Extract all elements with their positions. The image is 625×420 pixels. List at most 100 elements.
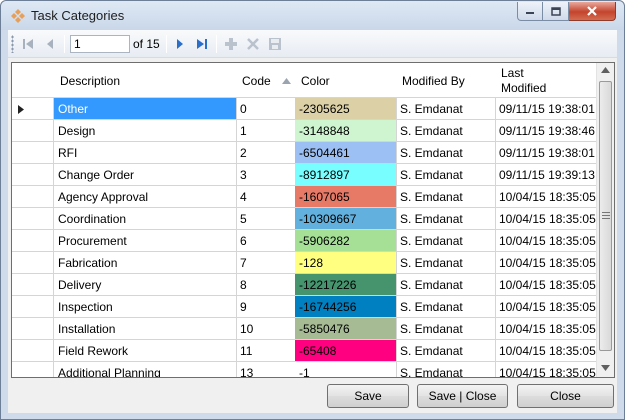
- column-header-color[interactable]: Color: [295, 63, 397, 98]
- cell-color[interactable]: -5850476: [295, 318, 397, 340]
- cell-modified-by[interactable]: S. Emdanat: [396, 362, 496, 377]
- row-header[interactable]: [12, 274, 54, 296]
- column-header-code[interactable]: Code: [236, 63, 296, 98]
- table-row[interactable]: Delivery 8 -12217226 S. Emdanat 10/04/15 18:…: [12, 274, 597, 296]
- cell-last-modified[interactable]: 10/04/15 18:35:05: [495, 186, 597, 208]
- cell-last-modified[interactable]: 10/04/15 18:35:05: [495, 296, 597, 318]
- cell-code[interactable]: 1: [236, 120, 296, 142]
- cell-code[interactable]: 5: [236, 208, 296, 230]
- cell-code[interactable]: 9: [236, 296, 296, 318]
- cell-description[interactable]: Installation: [54, 318, 237, 340]
- table-row[interactable]: Other 0 -2305625 S. Emdanat 09/11/15 19:38:0…: [12, 98, 597, 120]
- cell-modified-by[interactable]: S. Emdanat: [396, 274, 496, 296]
- cell-code[interactable]: 7: [236, 252, 296, 274]
- column-header-modified-by[interactable]: Modified By: [396, 63, 496, 98]
- cell-description[interactable]: Other: [54, 98, 237, 120]
- table-row[interactable]: Fabrication 7 -128 S. Emdanat 10/04/15 18:35…: [12, 252, 597, 274]
- cell-description[interactable]: Coordination: [54, 208, 237, 230]
- cell-code[interactable]: 0: [236, 98, 296, 120]
- cell-modified-by[interactable]: S. Emdanat: [396, 120, 496, 142]
- scroll-down-icon[interactable]: [601, 365, 610, 371]
- table-row[interactable]: Change Order 3 -8912897 S. Emdanat 09/11/15 …: [12, 164, 597, 186]
- save-toolbar-button[interactable]: [265, 34, 285, 54]
- row-header[interactable]: [12, 230, 54, 252]
- cell-code[interactable]: 4: [236, 186, 296, 208]
- cell-last-modified[interactable]: 09/11/15 19:38:01: [495, 142, 597, 164]
- cell-description[interactable]: RFI: [54, 142, 237, 164]
- table-row[interactable]: Procurement 6 -5906282 S. Emdanat 10/04/15 1…: [12, 230, 597, 252]
- cell-color[interactable]: -1: [295, 362, 397, 377]
- cell-code[interactable]: 3: [236, 164, 296, 186]
- cell-color[interactable]: -65408: [295, 340, 397, 362]
- cell-code[interactable]: 11: [236, 340, 296, 362]
- save-button[interactable]: Save: [327, 384, 409, 408]
- cell-modified-by[interactable]: S. Emdanat: [396, 340, 496, 362]
- cell-last-modified[interactable]: 10/04/15 18:35:05: [495, 340, 597, 362]
- cell-last-modified[interactable]: 09/11/15 19:38:01: [495, 98, 597, 120]
- row-header[interactable]: [12, 186, 54, 208]
- table-row[interactable]: Inspection 9 -16744256 S. Emdanat 10/04/15 1…: [12, 296, 597, 318]
- cell-code[interactable]: 10: [236, 318, 296, 340]
- cell-modified-by[interactable]: S. Emdanat: [396, 252, 496, 274]
- cell-description[interactable]: Change Order: [54, 164, 237, 186]
- save-close-button[interactable]: Save | Close: [417, 384, 508, 408]
- scroll-up-icon[interactable]: [601, 67, 610, 73]
- table-row[interactable]: Field Rework 11 -65408 S. Emdanat 10/04/15 1…: [12, 340, 597, 362]
- move-last-button[interactable]: [192, 34, 212, 54]
- cell-last-modified[interactable]: 10/04/15 18:35:05: [495, 252, 597, 274]
- cell-description[interactable]: Agency Approval: [54, 186, 237, 208]
- row-header[interactable]: [12, 340, 54, 362]
- move-first-button[interactable]: [18, 34, 38, 54]
- cell-modified-by[interactable]: S. Emdanat: [396, 98, 496, 120]
- row-header[interactable]: [12, 318, 54, 340]
- cell-color[interactable]: -6504461: [295, 142, 397, 164]
- table-row[interactable]: Design 1 -3148848 S. Emdanat 09/11/15 19:38:…: [12, 120, 597, 142]
- row-header[interactable]: [12, 362, 54, 377]
- minimize-button[interactable]: [517, 2, 543, 21]
- row-header[interactable]: [12, 120, 54, 142]
- table-row[interactable]: RFI 2 -6504461 S. Emdanat 09/11/15 19:38:01: [12, 142, 597, 164]
- add-new-button[interactable]: [221, 34, 241, 54]
- row-header[interactable]: [12, 296, 54, 318]
- cell-code[interactable]: 2: [236, 142, 296, 164]
- record-position-input[interactable]: [70, 35, 130, 53]
- cell-description[interactable]: Design: [54, 120, 237, 142]
- scrollbar-thumb[interactable]: [599, 81, 612, 351]
- cell-color[interactable]: -2305625: [295, 98, 397, 120]
- row-header[interactable]: [12, 142, 54, 164]
- table-row[interactable]: Agency Approval 4 -1607065 S. Emdanat 10/04/…: [12, 186, 597, 208]
- cell-color[interactable]: -8912897: [295, 164, 397, 186]
- cell-description[interactable]: Procurement: [54, 230, 237, 252]
- row-header[interactable]: [12, 98, 54, 120]
- cell-color[interactable]: -10309667: [295, 208, 397, 230]
- title-bar[interactable]: Task Categories: [1, 1, 624, 30]
- row-header[interactable]: [12, 208, 54, 230]
- table-row[interactable]: Additional Planning 13 -1 S. Emdanat 10/04/1…: [12, 362, 597, 377]
- cell-code[interactable]: 13: [236, 362, 296, 377]
- toolbar-grip[interactable]: [11, 35, 14, 53]
- cell-description[interactable]: Delivery: [54, 274, 237, 296]
- maximize-button[interactable]: [543, 2, 569, 21]
- cell-color[interactable]: -16744256: [295, 296, 397, 318]
- move-next-button[interactable]: [170, 34, 190, 54]
- cell-last-modified[interactable]: 10/04/15 18:35:05: [495, 230, 597, 252]
- row-header[interactable]: [12, 164, 54, 186]
- cell-modified-by[interactable]: S. Emdanat: [396, 142, 496, 164]
- vertical-scrollbar[interactable]: [596, 63, 614, 377]
- close-button[interactable]: Close: [517, 384, 614, 408]
- cell-last-modified[interactable]: 10/04/15 18:35:05: [495, 208, 597, 230]
- cell-color[interactable]: -1607065: [295, 186, 397, 208]
- cell-last-modified[interactable]: 09/11/15 19:39:13: [495, 164, 597, 186]
- cell-description[interactable]: Inspection: [54, 296, 237, 318]
- table-row[interactable]: Installation 10 -5850476 S. Emdanat 10/04/15…: [12, 318, 597, 340]
- cell-modified-by[interactable]: S. Emdanat: [396, 186, 496, 208]
- cell-modified-by[interactable]: S. Emdanat: [396, 230, 496, 252]
- cell-description[interactable]: Field Rework: [54, 340, 237, 362]
- cell-color[interactable]: -128: [295, 252, 397, 274]
- cell-last-modified[interactable]: 10/04/15 18:35:05: [495, 274, 597, 296]
- cell-modified-by[interactable]: S. Emdanat: [396, 164, 496, 186]
- cell-modified-by[interactable]: S. Emdanat: [396, 208, 496, 230]
- cell-last-modified[interactable]: 10/04/15 18:35:05: [495, 318, 597, 340]
- column-header-last-modified[interactable]: Last Modified: [495, 63, 597, 98]
- move-previous-button[interactable]: [40, 34, 60, 54]
